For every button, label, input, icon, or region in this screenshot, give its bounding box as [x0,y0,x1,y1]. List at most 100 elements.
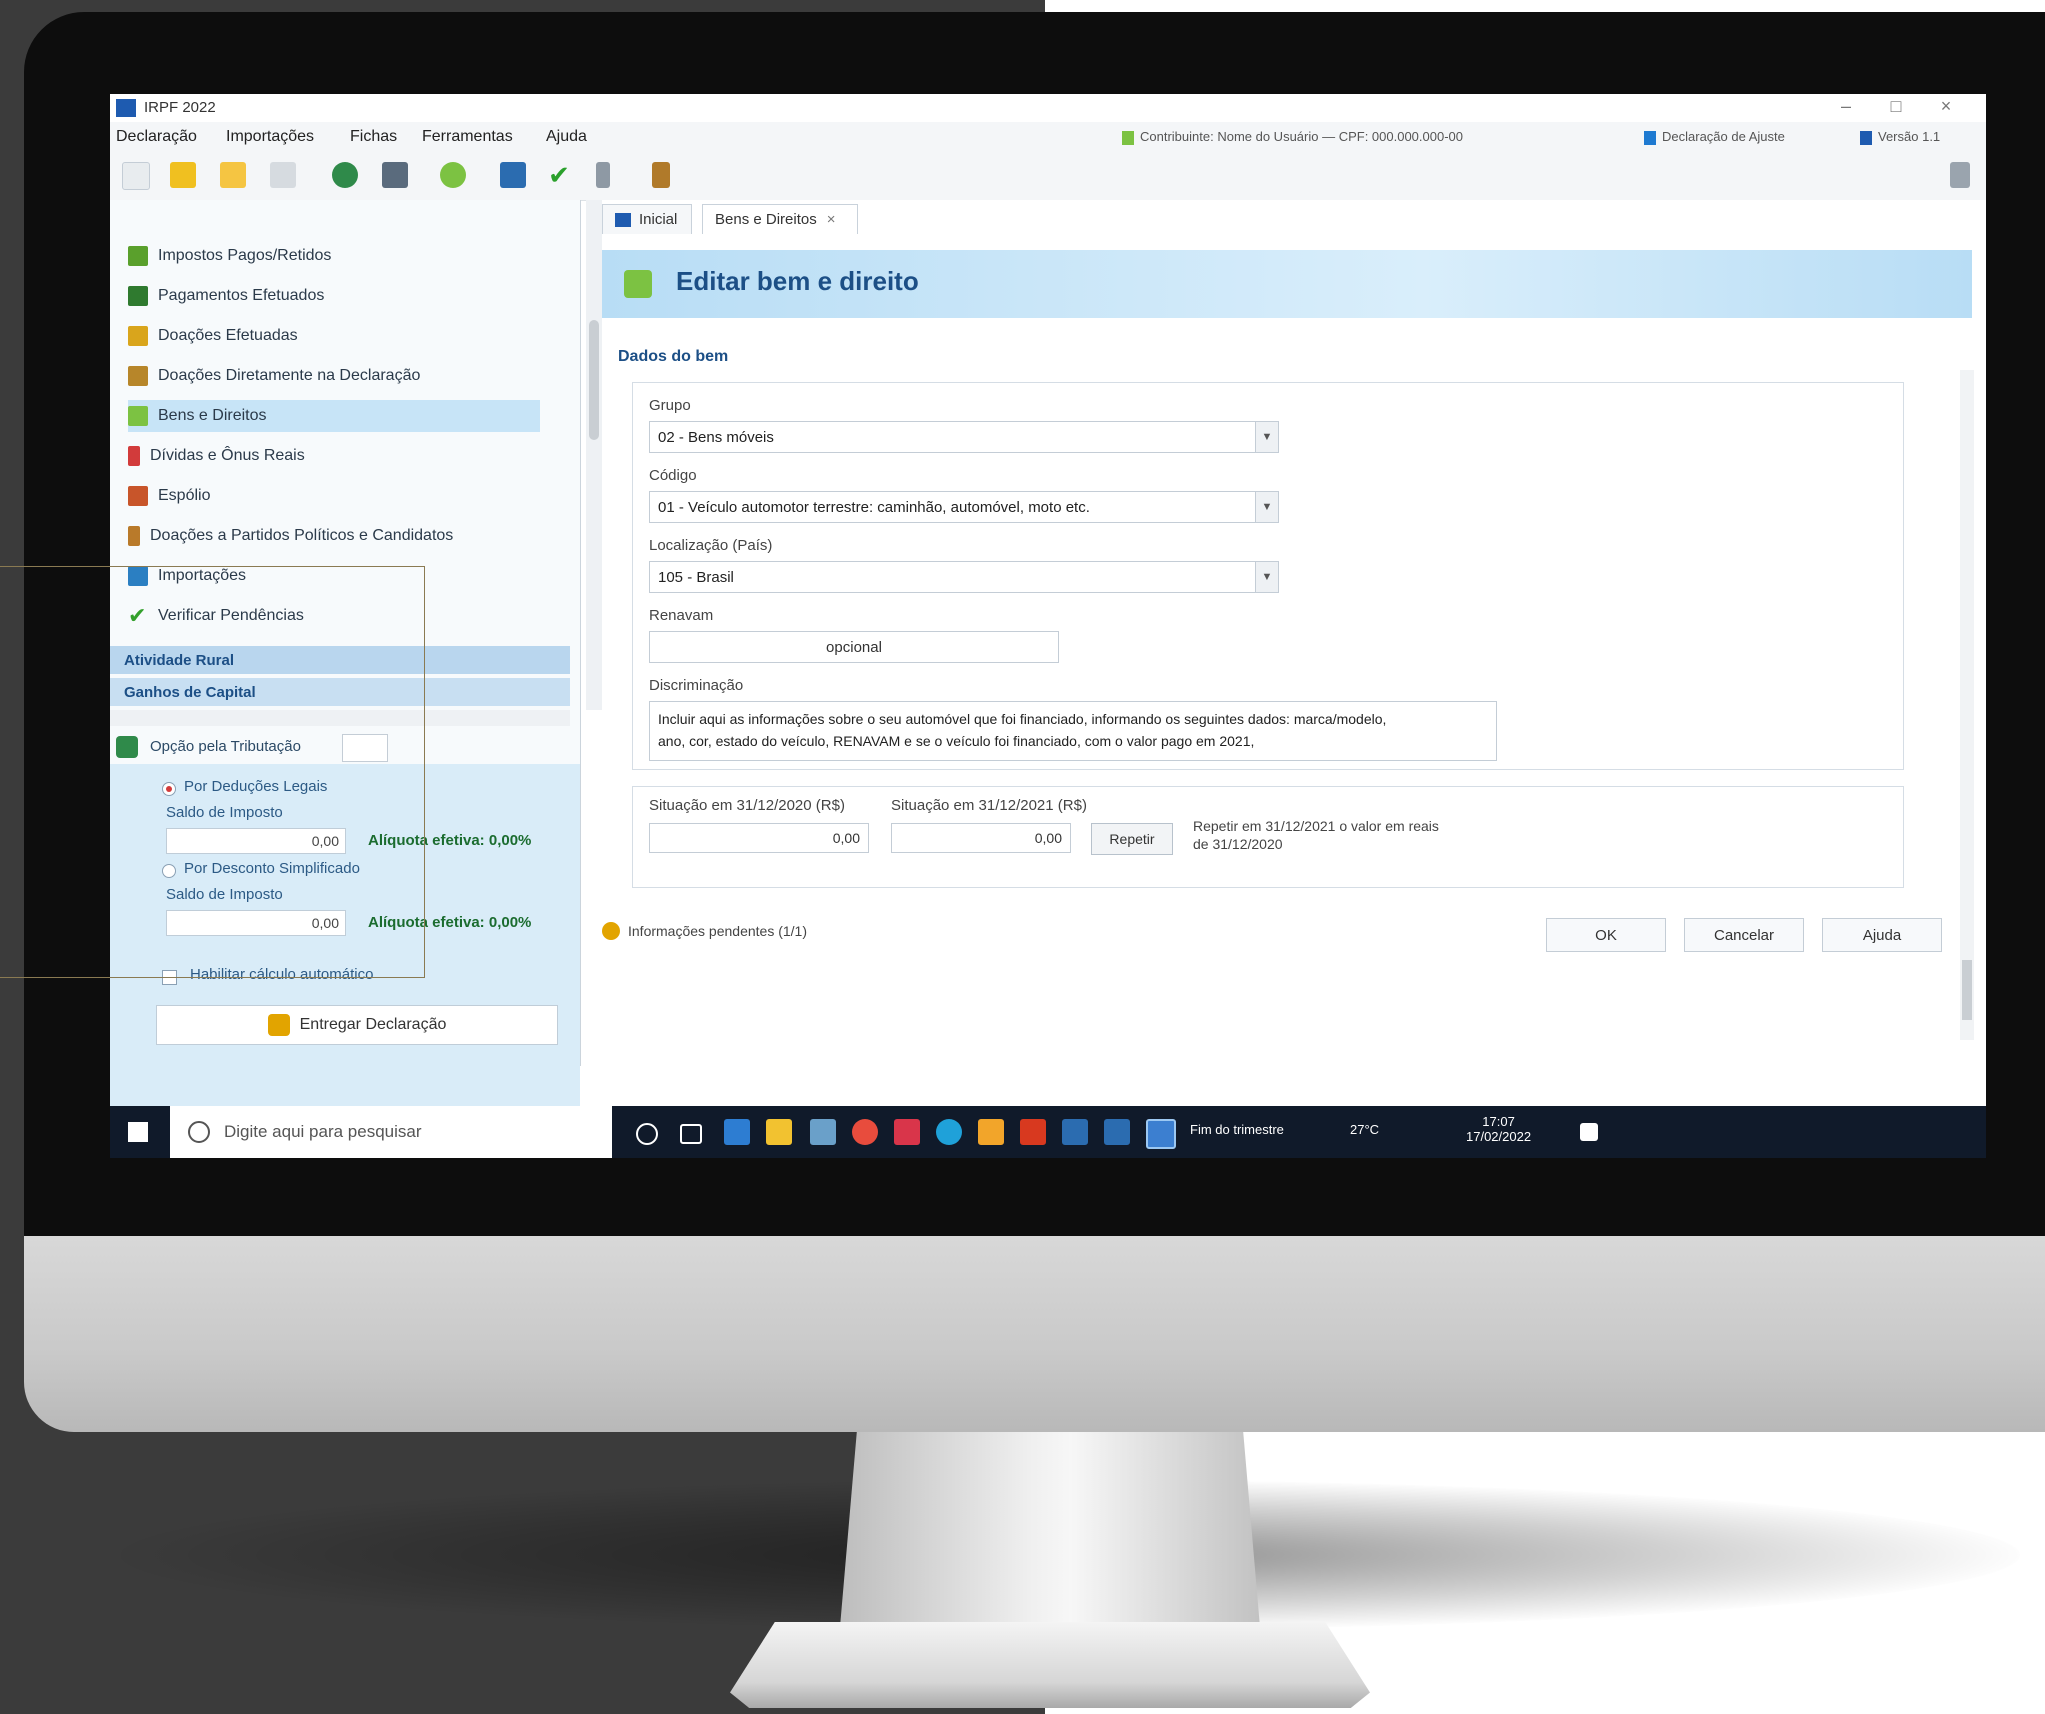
sidebar-item-importacoes[interactable]: Importações [128,560,540,592]
menu-declaracao[interactable]: Declaração [116,128,197,146]
sidebar-section-atividade-rural[interactable]: Atividade Rural [110,646,570,674]
main-scrollbar[interactable] [1960,370,1974,1040]
folder-icon[interactable] [220,162,246,188]
irpf-icon-1[interactable] [1062,1119,1088,1145]
sidebar-section-ganhos-capital[interactable]: Ganhos de Capital [110,678,570,706]
sidebar-scroll-thumb[interactable] [589,320,599,440]
political-donation-icon [128,526,140,546]
location-select[interactable]: 105 - Brasil ▼ [649,561,1279,593]
print-icon[interactable] [270,162,296,188]
sidebar-item-doacoes-diretas[interactable]: Doações Diretamente na Declaração [128,360,540,392]
chrome-icon[interactable] [852,1119,878,1145]
repeat-note: Repetir em 31/12/2021 o valor em reais d… [1193,818,1439,852]
calendar-icon[interactable] [810,1119,836,1145]
monitor-stand [840,1432,1260,1627]
menu-importacoes[interactable]: Importações [226,128,314,146]
import-icon[interactable] [332,162,358,188]
repeat-button[interactable]: Repetir [1091,823,1173,855]
notification-icon[interactable] [1580,1123,1598,1141]
code-select[interactable]: 01 - Veículo automotor terrestre: caminh… [649,491,1279,523]
chevron-down-icon[interactable]: ▼ [1255,562,1278,592]
edit-banner: Editar bem e direito [602,250,1972,318]
deliver-declaration-button[interactable]: Entregar Declaração [156,1005,558,1045]
copy-icon[interactable] [382,162,408,188]
office-icon[interactable] [1020,1119,1046,1145]
close-tab-icon[interactable]: × [827,211,836,228]
radio-deducoes-legais[interactable] [162,782,176,796]
check-icon[interactable]: ✔ [546,162,572,188]
description-textarea[interactable]: Incluir aqui as informações sobre o seu … [649,701,1497,761]
auto-calc-checkbox[interactable] [162,970,177,985]
sidebar-item-impostos-pagos[interactable]: Impostos Pagos/Retidos [128,240,540,272]
new-file-icon[interactable] [122,162,150,190]
chevron-down-icon[interactable]: ▼ [1255,422,1278,452]
radio-desconto-simplificado[interactable] [162,864,176,878]
clock[interactable]: 17:07 17/02/2022 [1466,1114,1531,1144]
sidebar-item-doacoes-partidos[interactable]: Doações a Partidos Políticos e Candidato… [128,520,540,552]
mail-icon[interactable] [978,1119,1004,1145]
taxpayer-info: Contribuinte: Nome do Usuário — CPF: 000… [1122,129,1463,145]
group-select[interactable]: 02 - Bens móveis ▼ [649,421,1279,453]
close-button[interactable]: × [1926,96,1966,117]
task-view-icon[interactable] [680,1124,702,1144]
weather-widget[interactable]: 27°C [1350,1122,1379,1137]
sidebar-item-espolio[interactable]: Espólio [128,480,540,512]
tab-inicial[interactable]: Inicial [602,204,692,234]
donation-direct-icon [128,366,148,386]
chevron-down-icon[interactable]: ▼ [1255,492,1278,522]
sidebar-item-pagamentos[interactable]: Pagamentos Efetuados [128,280,540,312]
document-icon[interactable] [596,162,610,188]
main-scroll-thumb[interactable] [1962,960,1972,1020]
renavam-placeholder: opcional [826,638,882,656]
exit-icon[interactable] [1950,162,1970,188]
app-store-icon[interactable] [724,1119,750,1145]
sidebar-scrollbar[interactable] [586,200,602,710]
situation-2020-input[interactable]: 0,00 [649,823,869,853]
declaration-type[interactable]: Declaração de Ajuste [1644,129,1785,145]
file-explorer-icon[interactable] [766,1119,792,1145]
cortana-icon[interactable] [636,1123,658,1145]
sidebar-item-verificar-pendencias[interactable]: ✔ Verificar Pendências [128,600,540,632]
location-value: 105 - Brasil [658,568,734,586]
menu-fichas[interactable]: Fichas [350,128,397,146]
help-button[interactable]: Ajuda [1822,918,1942,952]
irpf-icon-active[interactable] [1146,1119,1176,1149]
sidebar-item-label: Impostos Pagos/Retidos [158,247,332,264]
taskbar-search[interactable]: Digite aqui para pesquisar [170,1106,612,1158]
start-button[interactable] [110,1106,166,1158]
group-value: 02 - Bens móveis [658,428,774,446]
minimize-button[interactable]: – [1826,96,1866,117]
balance-value-1: 0,00 [166,828,346,854]
menu-ajuda[interactable]: Ajuda [546,128,587,146]
donation-icon [128,326,148,346]
search-placeholder: Digite aqui para pesquisar [224,1122,422,1141]
menu-ferramentas[interactable]: Ferramentas [422,128,513,146]
tab-label: Inicial [639,211,678,228]
tab-bens-direitos[interactable]: Bens e Direitos × [702,204,858,234]
sidebar: Impostos Pagos/Retidos Pagamentos Efetua… [110,200,581,1158]
maximize-button[interactable]: □ [1876,96,1916,117]
pending-info[interactable]: Informações pendentes (1/1) [602,922,807,940]
balance-label-2: Saldo de Imposto [166,886,283,903]
version-info[interactable]: Versão 1.1 [1860,129,1940,145]
situation-2021-input[interactable]: 0,00 [891,823,1071,853]
taxpayer-text: Contribuinte: Nome do Usuário — CPF: 000… [1140,129,1464,144]
irpf-icon-2[interactable] [1104,1119,1130,1145]
bag-icon[interactable] [652,162,670,188]
app-icon-red[interactable] [894,1119,920,1145]
sidebar-item-label: Dívidas e Ônus Reais [150,447,305,464]
sidebar-horizontal-scrollbar[interactable] [110,710,570,726]
news-widget[interactable]: Fim do trimestre [1190,1122,1284,1137]
sidebar-item-bens-direitos[interactable]: Bens e Direitos [128,400,540,432]
sidebar-item-doacoes[interactable]: Doações Efetuadas [128,320,540,352]
balance-label-1: Saldo de Imposto [166,804,283,821]
search-icon[interactable] [342,734,388,762]
cancel-button[interactable]: Cancelar [1684,918,1804,952]
monitor-icon[interactable] [500,162,526,188]
receipt-icon[interactable] [440,162,466,188]
renavam-input[interactable]: opcional [649,631,1059,663]
edge-icon[interactable] [936,1119,962,1145]
open-folder-icon[interactable] [170,162,196,188]
ok-button[interactable]: OK [1546,918,1666,952]
sidebar-item-dividas[interactable]: Dívidas e Ônus Reais [128,440,540,472]
